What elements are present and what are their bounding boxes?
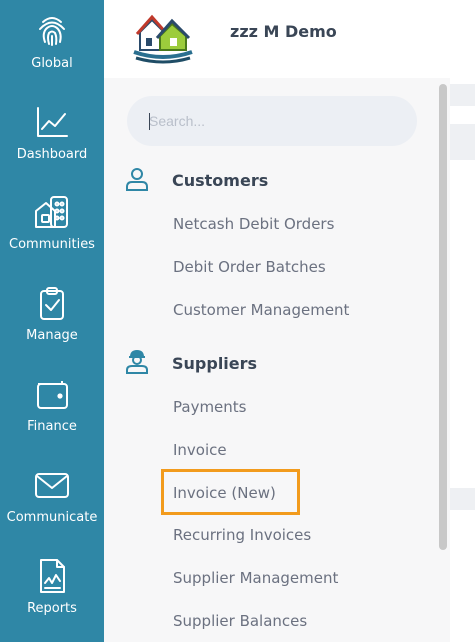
nav-reports[interactable]: Reports [0, 551, 104, 631]
nav-dashboard[interactable]: Dashboard [0, 97, 104, 177]
wallet-icon [33, 375, 71, 413]
nav-dashboard-label: Dashboard [16, 147, 88, 162]
menu-item-customer-management[interactable]: Customer Management [173, 301, 349, 319]
clipboard-check-icon [33, 284, 71, 322]
app-header: zzz M Demo [104, 0, 475, 78]
person-icon [124, 166, 150, 192]
company-name: zzz M Demo [230, 22, 337, 41]
menu-item-supplier-management[interactable]: Supplier Management [173, 569, 338, 587]
nav-finance[interactable]: Finance [0, 369, 104, 449]
fingerprint-icon [33, 12, 71, 50]
nav-global-label: Global [31, 56, 73, 71]
nav-manage[interactable]: Manage [0, 278, 104, 358]
nav-communicate-label: Communicate [6, 510, 98, 525]
nav-global[interactable]: Global [0, 6, 104, 86]
nav-communicate[interactable]: Communicate [0, 460, 104, 540]
nav-menu-panel: Customers Netcash Debit Orders Debit Ord… [104, 78, 450, 642]
nav-manage-label: Manage [26, 328, 78, 343]
menu-item-invoice[interactable]: Invoice [173, 441, 227, 459]
content-area-edge [450, 78, 475, 642]
report-document-icon [33, 557, 71, 595]
menu-item-payments[interactable]: Payments [173, 398, 246, 416]
menu-item-supplier-balances[interactable]: Supplier Balances [173, 612, 307, 630]
buildings-icon [33, 193, 71, 231]
main-nav-rail: Global Dashboard Communities Manage Fina… [0, 0, 104, 642]
content-band [450, 488, 475, 510]
line-chart-icon [33, 103, 71, 141]
nav-reports-label: Reports [27, 601, 77, 616]
company-logo [128, 6, 198, 66]
menu-scrollbar[interactable] [439, 84, 447, 550]
menu-item-recurring-invoices[interactable]: Recurring Invoices [173, 526, 311, 544]
nav-communities[interactable]: Communities [0, 187, 104, 267]
menu-item-debit-order-batches[interactable]: Debit Order Batches [173, 258, 326, 276]
envelope-icon [33, 466, 71, 504]
worker-icon [124, 348, 150, 374]
section-title-suppliers: Suppliers [172, 354, 258, 373]
content-band [450, 124, 475, 160]
content-band [450, 84, 475, 106]
menu-search-input[interactable] [127, 96, 417, 146]
section-title-customers: Customers [172, 171, 269, 190]
text-cursor [149, 113, 150, 130]
nav-finance-label: Finance [27, 419, 77, 434]
selection-highlight-box [161, 469, 300, 515]
menu-item-netcash-debit-orders[interactable]: Netcash Debit Orders [173, 215, 334, 233]
nav-communities-label: Communities [9, 237, 95, 252]
